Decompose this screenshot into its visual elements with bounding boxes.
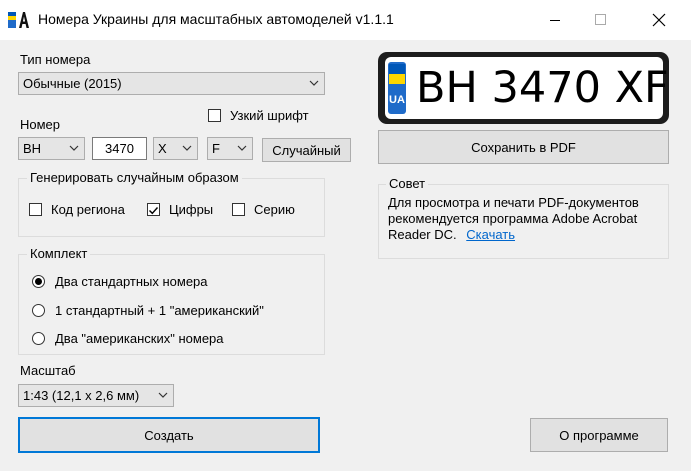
series1-select[interactable]: X	[153, 137, 198, 160]
checkmark-icon	[149, 207, 159, 215]
kit-option-radio[interactable]	[32, 332, 45, 345]
region-code-label: Код региона	[51, 202, 125, 217]
close-icon	[652, 13, 666, 27]
chevron-down-icon	[182, 145, 192, 151]
create-button[interactable]: Создать	[18, 417, 320, 453]
ukraine-flag-icon	[389, 64, 405, 84]
region-value: BH	[23, 141, 42, 156]
kit-option-label: Два стандартных номера	[55, 274, 208, 289]
chevron-down-icon	[69, 145, 79, 151]
number-label: Номер	[20, 117, 61, 132]
series-label: Серию	[254, 202, 295, 217]
scale-value: 1:43 (12,1 x 2,6 мм)	[23, 388, 140, 403]
plate-number-text: BH 3470 XF	[416, 63, 669, 113]
random-group-title: Генерировать случайным образом	[27, 170, 242, 185]
window-title: Номера Украины для масштабных автомоделе…	[38, 11, 394, 27]
minimize-icon	[550, 20, 560, 21]
narrow-font-label: Узкий шрифт	[230, 108, 309, 123]
save-pdf-button[interactable]: Сохранить в PDF	[378, 130, 669, 164]
plate-type-value: Обычные (2015)	[23, 76, 122, 91]
maximize-button[interactable]	[578, 0, 624, 40]
close-button[interactable]	[636, 0, 682, 40]
scale-select[interactable]: 1:43 (12,1 x 2,6 мм)	[18, 384, 174, 407]
digits-input[interactable]: 3470	[92, 137, 147, 160]
tip-group-title: Совет	[386, 176, 429, 191]
series2-value: F	[212, 141, 220, 156]
chevron-down-icon	[158, 392, 168, 398]
chevron-down-icon	[309, 80, 319, 86]
narrow-font-checkbox[interactable]	[208, 109, 221, 122]
random-button[interactable]: Случайный	[262, 138, 351, 162]
kit-option-radio[interactable]	[32, 304, 45, 317]
region-select[interactable]: BH	[18, 137, 85, 160]
kit-group-title: Комплект	[27, 246, 91, 261]
minimize-button[interactable]	[532, 0, 578, 40]
maximize-icon	[595, 14, 606, 25]
digits-checkbox[interactable]	[147, 203, 160, 216]
kit-option-radio[interactable]	[32, 275, 45, 288]
kit-option-label: Два "американских" номера	[55, 331, 224, 346]
kit-option-label: 1 стандартный + 1 "американский"	[55, 303, 264, 318]
digits-label: Цифры	[169, 202, 214, 217]
scale-label: Масштаб	[20, 363, 76, 378]
about-button[interactable]: О программе	[530, 418, 668, 452]
series-checkbox[interactable]	[232, 203, 245, 216]
radio-dot	[35, 278, 42, 285]
series2-select[interactable]: F	[207, 137, 253, 160]
plate-country-code: UA	[389, 94, 405, 106]
app-icon	[8, 10, 30, 30]
download-link[interactable]: Скачать	[466, 227, 515, 242]
plate-type-select[interactable]: Обычные (2015)	[18, 72, 325, 95]
chevron-down-icon	[237, 145, 247, 151]
plate-type-label: Тип номера	[20, 52, 91, 67]
tip-body: Для просмотра и печати PDF-документов ре…	[388, 195, 664, 243]
region-code-checkbox[interactable]	[29, 203, 42, 216]
series1-value: X	[158, 141, 167, 156]
